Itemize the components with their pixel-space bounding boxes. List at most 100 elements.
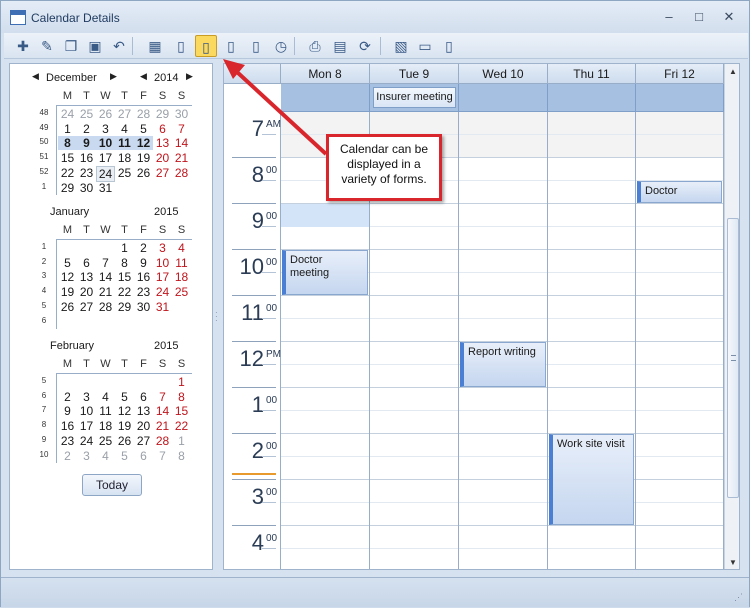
- day-cell[interactable]: 28: [96, 300, 115, 314]
- day-cell[interactable]: 6: [77, 256, 96, 270]
- day-cell[interactable]: 16: [58, 419, 77, 433]
- day-cell[interactable]: 9: [134, 256, 153, 270]
- day-cell[interactable]: 6: [134, 449, 153, 463]
- day-cell[interactable]: 22: [58, 166, 77, 180]
- scroll-thumb[interactable]: [727, 218, 739, 498]
- day-cell[interactable]: 13: [153, 136, 172, 150]
- day-cell[interactable]: 24: [153, 285, 172, 299]
- day-cell[interactable]: 7: [172, 122, 191, 136]
- day-cell[interactable]: 1: [58, 122, 77, 136]
- day-cell[interactable]: 7: [96, 256, 115, 270]
- day-cell[interactable]: 15: [172, 404, 191, 418]
- day-view-button[interactable]: ▯: [170, 35, 192, 57]
- day-cell[interactable]: 21: [172, 151, 191, 165]
- day-header[interactable]: Tue 9: [370, 64, 459, 84]
- resize-grip-icon[interactable]: ⋰: [734, 592, 743, 603]
- day-cell[interactable]: 31: [153, 300, 172, 314]
- day-cell[interactable]: 4: [96, 390, 115, 404]
- resource-button[interactable]: ▧: [390, 35, 412, 57]
- day-cell[interactable]: 23: [77, 166, 96, 180]
- scroll-up-arrow[interactable]: ▲: [725, 64, 739, 80]
- day-cell[interactable]: 29: [58, 181, 77, 195]
- refresh-button[interactable]: ⟳: [354, 35, 376, 57]
- day-cell[interactable]: 5: [115, 390, 134, 404]
- day-cell[interactable]: 10: [77, 404, 96, 418]
- day-cell[interactable]: 5: [115, 449, 134, 463]
- day-cell[interactable]: 12: [58, 270, 77, 284]
- day-cell[interactable]: 27: [77, 300, 96, 314]
- day-cell[interactable]: 18: [96, 419, 115, 433]
- day-cell[interactable]: 26: [115, 434, 134, 448]
- day-cell[interactable]: 13: [77, 270, 96, 284]
- day-cell[interactable]: 5: [58, 256, 77, 270]
- day-cell[interactable]: 13: [134, 404, 153, 418]
- day-cell[interactable]: 22: [172, 419, 191, 433]
- day-cell[interactable]: 10: [153, 256, 172, 270]
- appointment[interactable]: Work site visit: [549, 434, 634, 525]
- day-cell[interactable]: 6: [134, 390, 153, 404]
- day-cell[interactable]: 2: [58, 390, 77, 404]
- minimize-button[interactable]: –: [658, 8, 680, 26]
- work-week-view-button[interactable]: ▯: [195, 35, 217, 57]
- day-cell[interactable]: 30: [77, 181, 96, 195]
- all-day-cell[interactable]: [281, 84, 370, 112]
- day-cell[interactable]: 1: [172, 375, 191, 389]
- day-cell[interactable]: 31: [96, 181, 115, 195]
- appointment[interactable]: Doctor: [637, 181, 722, 203]
- day-cell[interactable]: 26: [58, 300, 77, 314]
- day-cell[interactable]: 3: [153, 241, 172, 255]
- day-cell[interactable]: 5: [134, 122, 153, 136]
- day-cell[interactable]: 11: [172, 256, 191, 270]
- edit-button[interactable]: ✎: [36, 35, 58, 57]
- day-cell[interactable]: 2: [134, 241, 153, 255]
- day-cell[interactable]: 2: [58, 449, 77, 463]
- day-header[interactable]: Thu 11: [548, 64, 636, 84]
- day-cell[interactable]: 8: [172, 390, 191, 404]
- year-label[interactable]: 2014: [154, 72, 178, 84]
- day-cell[interactable]: 11: [96, 404, 115, 418]
- day-cell[interactable]: 25: [96, 434, 115, 448]
- day-cell[interactable]: 24: [96, 165, 115, 182]
- day-cell[interactable]: 10: [96, 136, 115, 151]
- day-cell[interactable]: 17: [96, 151, 115, 165]
- day-cell[interactable]: 26: [96, 107, 115, 121]
- week-view-button[interactable]: ▯: [220, 35, 242, 57]
- day-cell[interactable]: 15: [58, 151, 77, 165]
- day-cell[interactable]: 3: [77, 449, 96, 463]
- day-cell[interactable]: 4: [115, 122, 134, 136]
- day-cell[interactable]: 27: [153, 166, 172, 180]
- day-cell[interactable]: 30: [172, 107, 191, 121]
- day-cell[interactable]: 20: [77, 285, 96, 299]
- day-cell[interactable]: 19: [58, 285, 77, 299]
- day-cell[interactable]: 14: [153, 404, 172, 418]
- horizontal-layout-button[interactable]: ▭: [414, 35, 436, 57]
- appointment[interactable]: Doctor meeting: [282, 250, 368, 295]
- day-cell[interactable]: 3: [96, 122, 115, 136]
- all-day-cell[interactable]: [548, 84, 636, 112]
- day-cell[interactable]: 24: [58, 107, 77, 121]
- vertical-layout-button[interactable]: ▯: [438, 35, 460, 57]
- day-cell[interactable]: 28: [134, 107, 153, 121]
- day-cell[interactable]: 29: [153, 107, 172, 121]
- day-header[interactable]: Mon 8: [281, 64, 370, 84]
- day-cell[interactable]: 9: [77, 136, 96, 151]
- day-cell[interactable]: 18: [172, 270, 191, 284]
- day-cell[interactable]: 7: [153, 390, 172, 404]
- appointment[interactable]: Report writing: [460, 342, 546, 387]
- day-cell[interactable]: 4: [96, 449, 115, 463]
- day-cell[interactable]: 17: [153, 270, 172, 284]
- day-cell[interactable]: 30: [134, 300, 153, 314]
- undo-button[interactable]: ↶: [108, 35, 130, 57]
- day-cell[interactable]: 12: [134, 136, 153, 151]
- day-cell[interactable]: 6: [153, 122, 172, 136]
- day-cell[interactable]: 14: [172, 136, 191, 150]
- day-cell[interactable]: 8: [58, 136, 77, 151]
- day-cell[interactable]: 23: [58, 434, 77, 448]
- all-day-event[interactable]: Insurer meeting: [373, 87, 456, 108]
- day-cell[interactable]: 19: [134, 151, 153, 165]
- day-cell[interactable]: 16: [77, 151, 96, 165]
- today-button[interactable]: Today: [82, 474, 142, 496]
- day-cell[interactable]: 24: [77, 434, 96, 448]
- day-cell[interactable]: 19: [115, 419, 134, 433]
- day-cell[interactable]: 25: [172, 285, 191, 299]
